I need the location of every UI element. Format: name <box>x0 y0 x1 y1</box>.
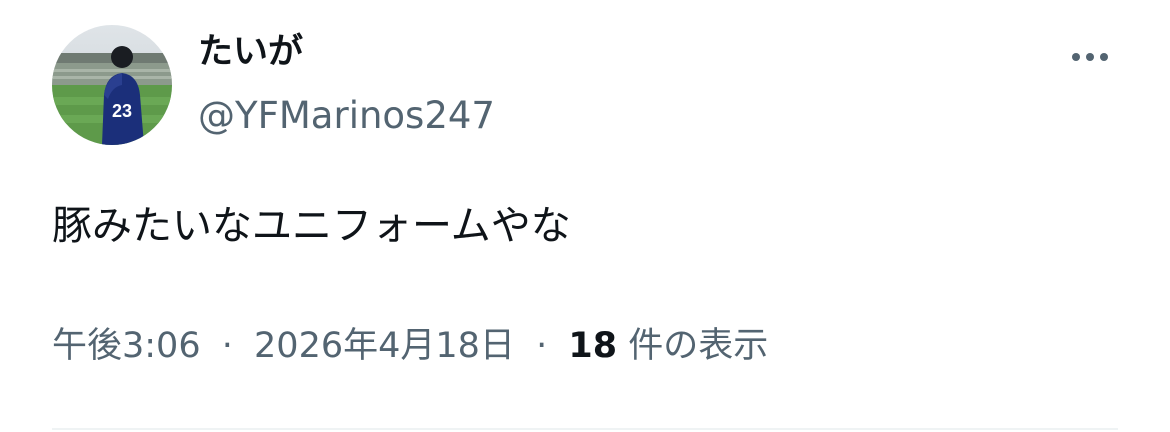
meta-separator: · <box>536 326 548 366</box>
author-display-name[interactable]: たいが <box>198 30 303 74</box>
jersey-number: 23 <box>112 101 132 121</box>
ellipsis-icon <box>1100 53 1108 61</box>
views-count: 18 <box>568 326 618 366</box>
tweet-time[interactable]: 午後3:06 <box>52 326 201 366</box>
tweet-date[interactable]: 2026年4月18日 <box>254 326 515 366</box>
more-options-button[interactable] <box>1062 36 1118 76</box>
author-handle[interactable]: @YFMarinos247 <box>198 93 495 139</box>
avatar-photo: 23 <box>52 25 172 145</box>
tweet-metadata: 午後3:06 · 2026年4月18日 · 18 件の表示 <box>52 322 768 370</box>
views-label: 件の表示 <box>628 326 769 366</box>
ellipsis-icon <box>1072 53 1080 61</box>
ellipsis-icon <box>1086 53 1094 61</box>
divider <box>52 428 1118 430</box>
author-avatar[interactable]: 23 <box>52 25 172 145</box>
meta-separator: · <box>221 326 233 366</box>
tweet-text: 豚みたいなユニフォームやな <box>52 203 571 249</box>
